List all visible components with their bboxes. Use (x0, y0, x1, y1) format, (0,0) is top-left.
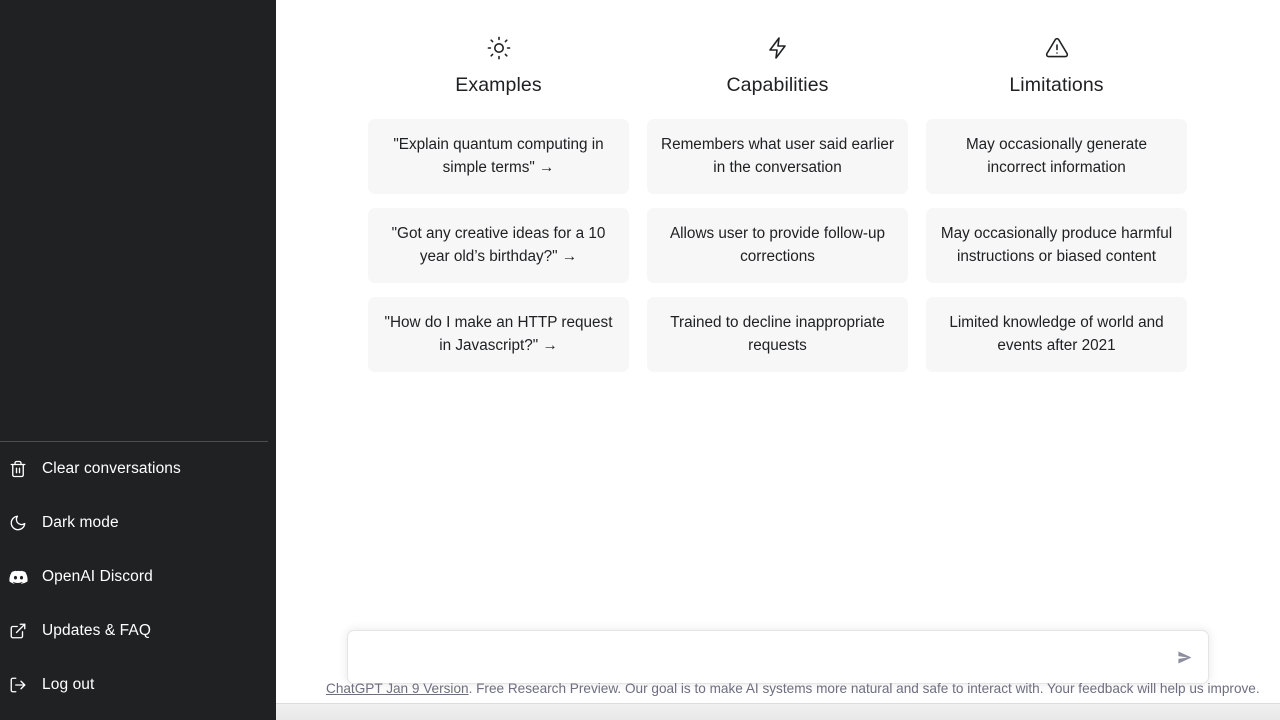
warning-triangle-icon (1045, 36, 1069, 60)
main-content: Examples "Explain quantum computing in s… (276, 0, 1280, 720)
capability-card-list: Remembers what user said earlier in the … (647, 119, 908, 372)
external-link-icon (7, 620, 29, 642)
trash-icon (7, 458, 29, 480)
limitation-card-list: May occasionally generate incorrect info… (926, 119, 1187, 372)
intro-columns: Examples "Explain quantum computing in s… (366, 36, 1190, 372)
chatgpt-app: Clear conversations Dark mode OpenAI Dis… (0, 0, 1280, 720)
example-card[interactable]: "Got any creative ideas for a 10 year ol… (368, 208, 629, 283)
column-title: Capabilities (726, 74, 829, 96)
column-examples: Examples "Explain quantum computing in s… (366, 36, 631, 372)
sidebar-item-label: Dark mode (42, 514, 119, 531)
example-card[interactable]: "Explain quantum computing in simple ter… (368, 119, 629, 194)
capability-card: Allows user to provide follow-up correct… (647, 208, 908, 283)
composer (347, 630, 1209, 684)
version-link[interactable]: ChatGPT Jan 9 Version (326, 681, 469, 696)
sidebar-item-label: Clear conversations (42, 460, 181, 477)
capability-card: Trained to decline inappropriate request… (647, 297, 908, 372)
capability-card: Remembers what user said earlier in the … (647, 119, 908, 194)
sidebar: Clear conversations Dark mode OpenAI Dis… (0, 0, 276, 720)
logout-icon (7, 674, 29, 696)
sidebar-item-clear-conversations[interactable]: Clear conversations (0, 442, 276, 496)
example-card-list: "Explain quantum computing in simple ter… (368, 119, 629, 372)
send-arrow-icon (1176, 649, 1193, 666)
intro-section: Examples "Explain quantum computing in s… (276, 0, 1280, 372)
column-limitations: Limitations May occasionally generate in… (924, 36, 1189, 372)
footer-disclaimer: ChatGPT Jan 9 Version. Free Research Pre… (326, 680, 1280, 698)
sidebar-bottom-nav: Clear conversations Dark mode OpenAI Dis… (0, 442, 276, 720)
footer-rest-text: . Free Research Preview. Our goal is to … (468, 681, 1260, 696)
example-card[interactable]: "How do I make an HTTP request in Javasc… (368, 297, 629, 372)
column-title: Examples (455, 74, 542, 96)
composer-area (276, 630, 1280, 684)
send-button[interactable] (1170, 643, 1198, 671)
lightning-icon (766, 36, 790, 60)
limitation-card: Limited knowledge of world and events af… (926, 297, 1187, 372)
sidebar-item-updates-and-faq[interactable]: Updates & FAQ (0, 604, 276, 658)
sidebar-item-label: OpenAI Discord (42, 568, 153, 585)
discord-icon (7, 566, 29, 588)
sidebar-item-label: Log out (42, 676, 95, 693)
sun-icon (487, 36, 511, 60)
moon-icon (7, 512, 29, 534)
prompt-input[interactable] (348, 631, 1208, 683)
sidebar-item-label: Updates & FAQ (42, 622, 151, 639)
sidebar-item-dark-mode[interactable]: Dark mode (0, 496, 276, 550)
column-title: Limitations (1009, 74, 1104, 96)
sidebar-conversation-list (0, 0, 276, 441)
column-capabilities: Capabilities Remembers what user said ea… (645, 36, 910, 372)
sidebar-item-openai-discord[interactable]: OpenAI Discord (0, 550, 276, 604)
limitation-card: May occasionally produce harmful instruc… (926, 208, 1187, 283)
horizontal-scrollbar[interactable] (276, 703, 1280, 720)
limitation-card: May occasionally generate incorrect info… (926, 119, 1187, 194)
sidebar-item-log-out[interactable]: Log out (0, 658, 276, 712)
